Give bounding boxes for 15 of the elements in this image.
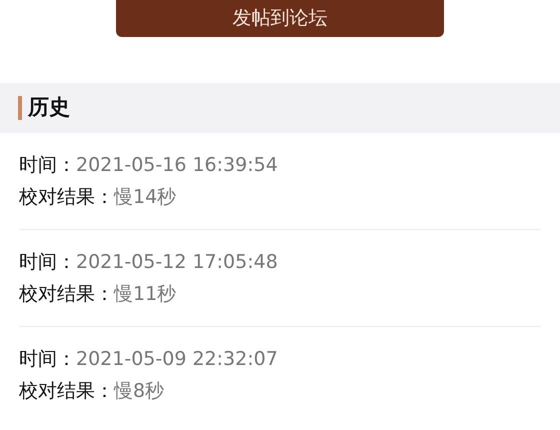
time-label: 时间： (19, 348, 76, 370)
result-value: 慢11秒 (114, 283, 176, 305)
result-label: 校对结果： (19, 186, 114, 208)
result-label: 校对结果： (19, 283, 114, 305)
section-title: 历史 (28, 94, 70, 122)
time-label: 时间： (19, 154, 76, 176)
time-value: 2021-05-12 17:05:48 (76, 251, 278, 273)
accent-bar (18, 96, 22, 120)
time-value: 2021-05-16 16:39:54 (76, 154, 278, 176)
time-value: 2021-05-09 22:32:07 (76, 348, 278, 370)
post-to-forum-button[interactable]: 发帖到论坛 (116, 0, 444, 37)
result-value: 慢14秒 (114, 186, 176, 208)
time-label: 时间： (19, 251, 76, 273)
result-value: 慢8秒 (114, 380, 164, 402)
result-label: 校对结果： (19, 380, 114, 402)
